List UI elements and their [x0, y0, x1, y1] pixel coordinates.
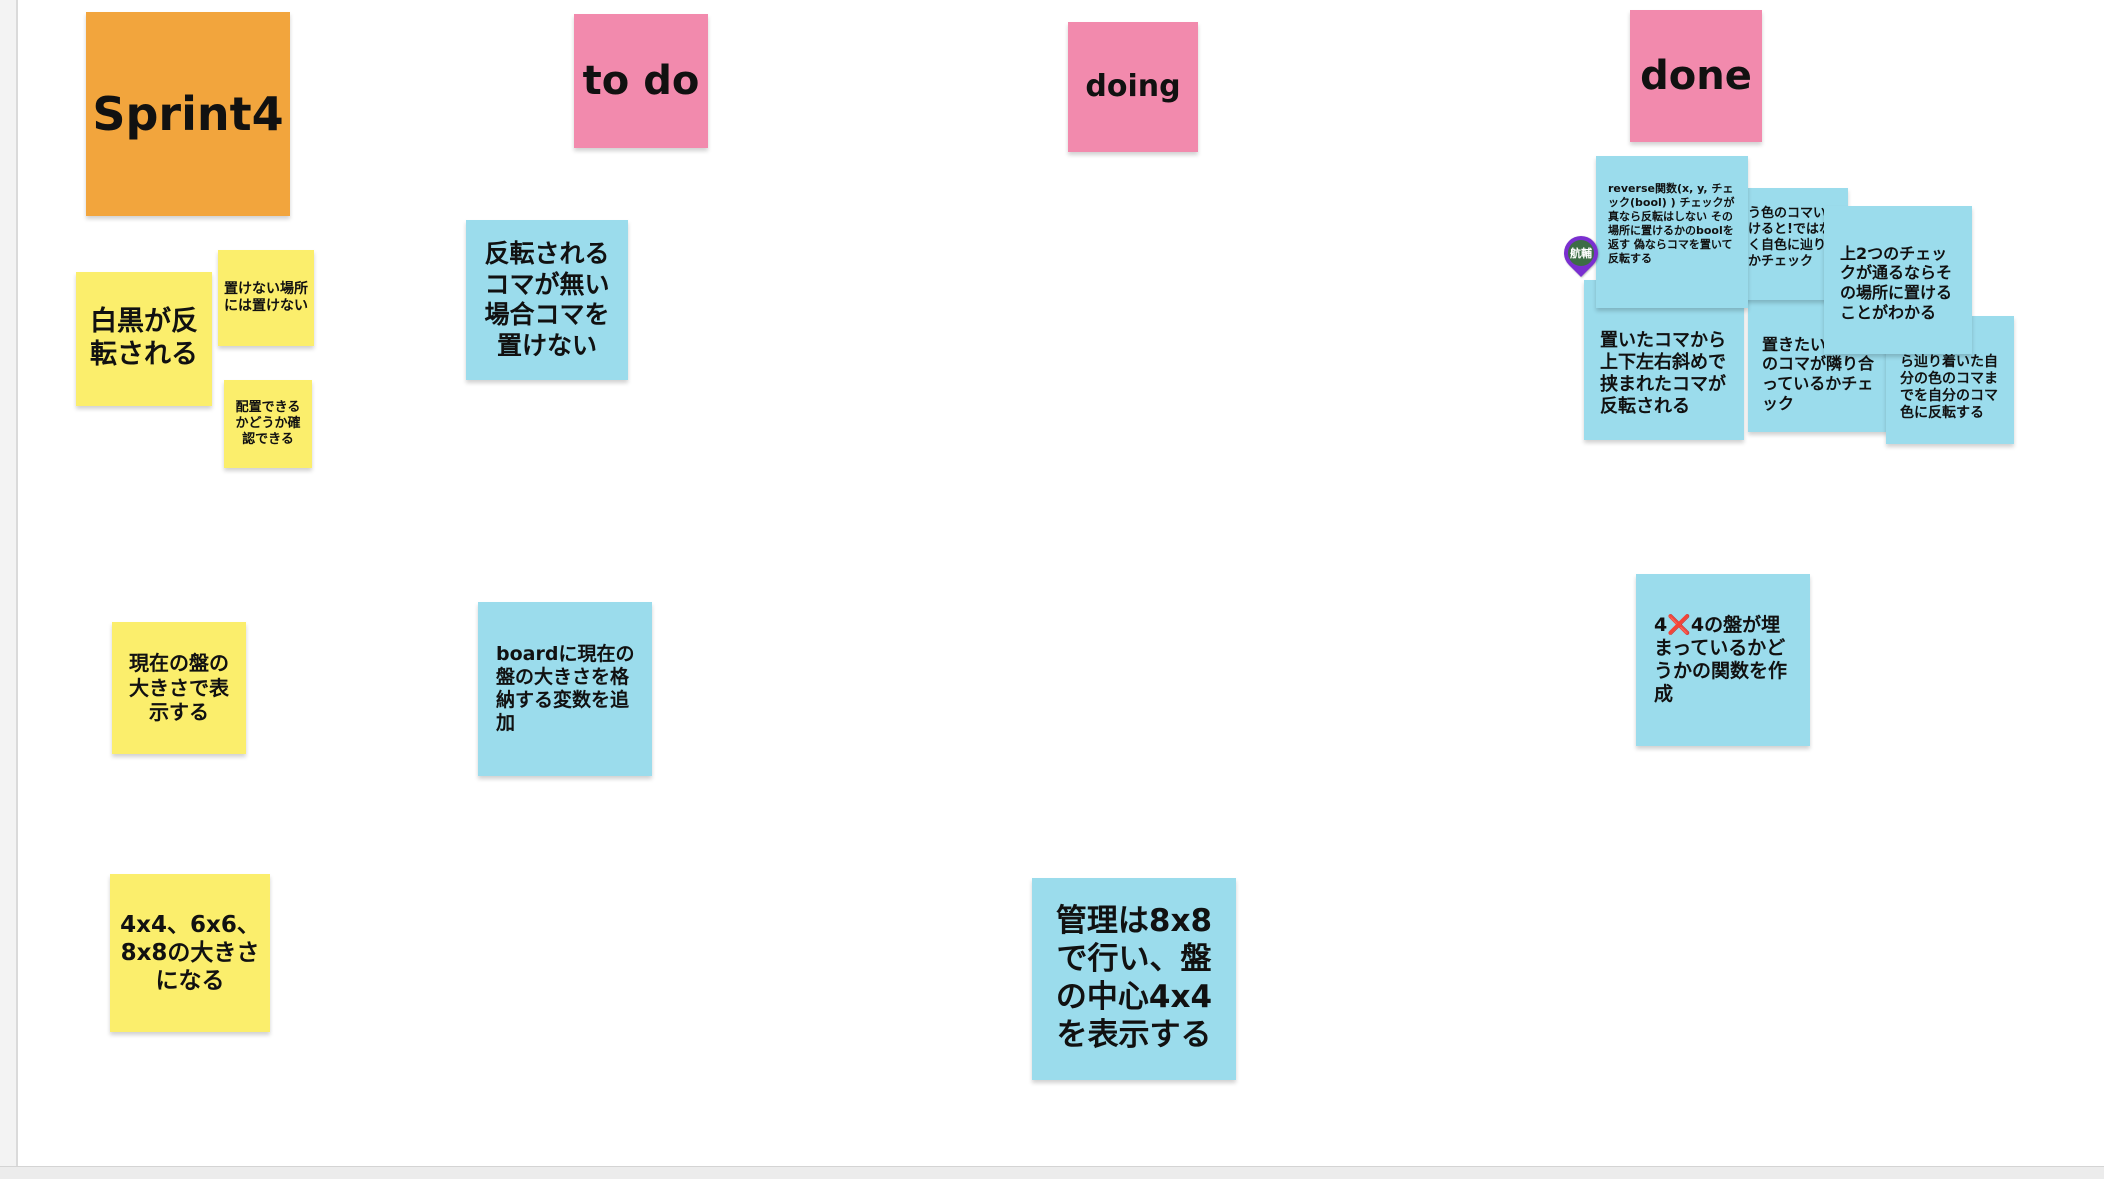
- collaborator-avatar-label: 航輔: [1570, 247, 1592, 260]
- backlog-note-check-placeable[interactable]: 配置できるかどうか確認できる: [224, 380, 312, 468]
- doing-note-manage-8x8[interactable]: 管理は8x8で行い、盤の中心4x4を表示する: [1032, 878, 1236, 1080]
- todo-header-text: to do: [582, 57, 700, 104]
- todo-note-board-size-var[interactable]: boardに現在の盤の大きさを格納する変数を追加: [478, 602, 652, 776]
- canvas-left-edge: [0, 0, 18, 1166]
- done-note-two-checks-pass-text: 上2つのチェックが通るならその場所に置けることがわかる: [1840, 243, 1953, 322]
- backlog-note-cannot-place-text: 置けない場所には置けない: [224, 280, 308, 314]
- doing-header-note[interactable]: doing: [1068, 22, 1198, 152]
- collaborator-avatar: 航輔: [1568, 240, 1594, 266]
- backlog-note-board-sizes-text: 4x4、6x6、8x8の大きさになる: [120, 911, 260, 995]
- backlog-note-check-placeable-text: 配置できるかどうか確認できる: [235, 400, 301, 447]
- done-note-reverse-function-text: reverse関数(x, y, チェック(bool) ) チェックが真なら反転は…: [1608, 182, 1735, 266]
- doing-header-text: doing: [1085, 68, 1181, 104]
- done-note-board-filled-check[interactable]: 4❌4の盤が埋まっているかどうかの関数を作成: [1636, 574, 1810, 746]
- backlog-note-board-sizes[interactable]: 4x4、6x6、8x8の大きさになる: [110, 874, 270, 1032]
- done-header-note[interactable]: done: [1630, 10, 1762, 142]
- backlog-note-display-size-text: 現在の盤の大きさで表示する: [129, 651, 229, 725]
- backlog-note-flip-text: 白黒が反転される: [90, 306, 198, 370]
- done-note-board-filled-check-text: 4❌4の盤が埋まっているかどうかの関数を作成: [1654, 613, 1788, 706]
- done-note-reverse-function[interactable]: reverse関数(x, y, チェック(bool) ) チェックが真なら反転は…: [1596, 156, 1748, 308]
- sprint-header-text: Sprint4: [92, 86, 284, 141]
- todo-note-board-size-var-text: boardに現在の盤の大きさを格納する変数を追加: [496, 642, 635, 735]
- done-note-two-checks-pass[interactable]: 上2つのチェックが通るならその場所に置けることがわかる: [1824, 206, 1972, 354]
- todo-header-note[interactable]: to do: [574, 14, 708, 148]
- backlog-note-cannot-place[interactable]: 置けない場所には置けない: [218, 250, 314, 346]
- done-note-reach-flip-text: ら辿り着いた自分の色のコマまでを自分のコマ色に反転する: [1900, 353, 1998, 422]
- todo-note-no-flip[interactable]: 反転されるコマが無い場合コマを置けない: [466, 220, 628, 380]
- done-header-text: done: [1640, 52, 1752, 99]
- todo-note-no-flip-text: 反転されるコマが無い場合コマを置けない: [484, 239, 610, 360]
- backlog-note-flip[interactable]: 白黒が反転される: [76, 272, 212, 406]
- doing-note-manage-8x8-text: 管理は8x8で行い、盤の中心4x4を表示する: [1055, 903, 1213, 1053]
- canvas-bottom-bar: [0, 1166, 2104, 1179]
- backlog-note-display-size[interactable]: 現在の盤の大きさで表示する: [112, 622, 246, 754]
- done-note-sandwich-flip-text: 置いたコマから上下左右斜めで挟まれたコマが反転される: [1600, 330, 1726, 417]
- sprint-header-note[interactable]: Sprint4: [86, 12, 290, 216]
